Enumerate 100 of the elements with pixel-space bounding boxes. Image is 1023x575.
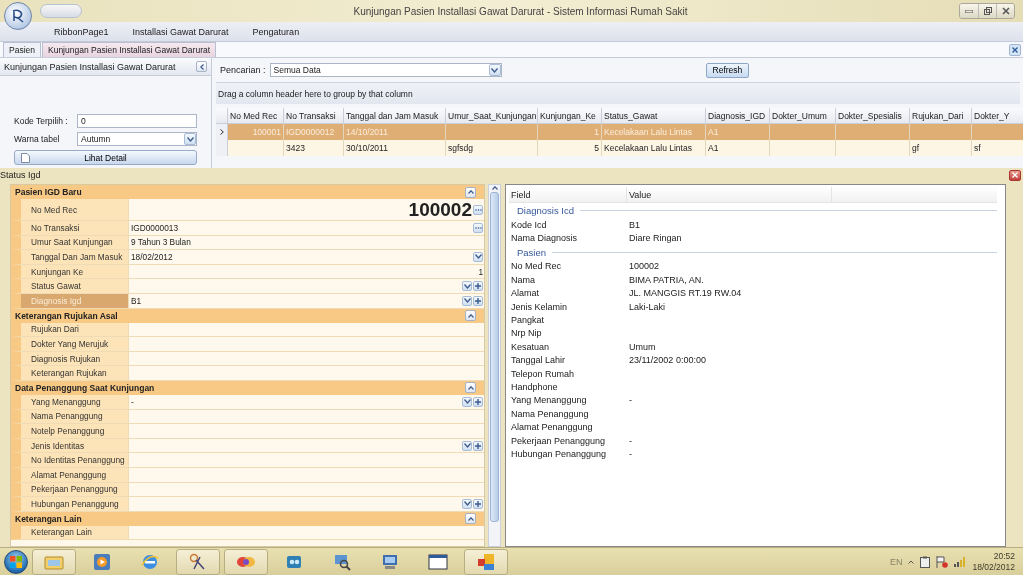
field-value: Umum (629, 341, 656, 352)
add-button[interactable] (473, 396, 483, 407)
refresh-button[interactable]: Refresh (705, 62, 750, 78)
document-tab[interactable]: Kunjungan Pasien Installasi Gawat Darurat (42, 42, 217, 57)
restore-button[interactable] (978, 4, 996, 18)
category-title: Pasien IGD Baru (15, 187, 82, 197)
category-title: Keterangan Lain (15, 513, 82, 524)
ribbon-tab[interactable]: Installasi Gawat Darurat (132, 26, 229, 37)
property-label[interactable]: Dokter Yang Merujuk (21, 337, 129, 351)
ribbon-tab[interactable]: RibbonPage1 (54, 26, 109, 37)
caret-icon (186, 136, 194, 142)
field-label: Kode Terpilih : (14, 116, 69, 126)
app-logo[interactable] (4, 2, 32, 30)
table-cell: 30/10/2011 (344, 140, 446, 156)
ellipsis-icon (474, 226, 482, 229)
add-button[interactable] (473, 498, 483, 509)
field-name: Tanggal Lahir (511, 355, 566, 366)
property-label[interactable]: No Transaksi (21, 221, 129, 235)
start-button[interactable] (4, 549, 28, 574)
property-label[interactable]: No Med Rec (21, 199, 129, 220)
panel-title: Kunjungan Pasien Installasi Gawat Darurat (4, 61, 176, 72)
caret-icon (463, 399, 471, 405)
scissors-icon (189, 552, 207, 571)
collapse-button[interactable] (465, 382, 476, 394)
dropdown-button[interactable] (462, 440, 472, 451)
close-button[interactable] (1009, 169, 1021, 181)
caret-icon (491, 67, 499, 73)
collapse-button[interactable] (196, 61, 207, 72)
scroll-thumb[interactable] (490, 192, 499, 522)
property-label[interactable]: Keterangan Rujukan (21, 366, 129, 380)
window-icon (428, 553, 448, 570)
play-icon (93, 552, 111, 571)
table-row[interactable]: 3423 30/10/2011 sgfsdg 5 Kecelakaan Lalu Lintas A1 gf sf (216, 140, 1020, 156)
field-name: Pekerjaan Penanggung (511, 435, 606, 446)
taskbar-button[interactable] (464, 548, 508, 575)
collapse-button[interactable] (465, 310, 476, 322)
column-header[interactable]: Dokter_Spesialis (836, 108, 910, 124)
close-tab-button[interactable] (1009, 44, 1021, 56)
add-button[interactable] (473, 281, 483, 292)
clock[interactable]: 20:52 18/02/2012 (972, 550, 1015, 573)
dropdown-button[interactable] (462, 295, 472, 306)
dropdown-button[interactable] (473, 252, 483, 262)
ribbon-tab[interactable]: Pengaturan (252, 26, 300, 37)
dropdown-button[interactable] (462, 396, 472, 407)
taskbar-button[interactable] (176, 548, 220, 575)
field-name: Nama Penanggung (511, 408, 589, 419)
dropdown-button[interactable] (462, 281, 472, 292)
document-tab[interactable]: Pasien (3, 42, 41, 57)
collapse-button[interactable] (465, 513, 476, 525)
computer-icon (381, 552, 399, 571)
column-header[interactable]: No Med Rec (228, 108, 284, 124)
caret-icon (463, 298, 471, 304)
close-button[interactable] (996, 4, 1014, 18)
column-header[interactable]: Tanggal dan Jam Masuk (344, 108, 446, 124)
column-header[interactable]: Umur_Saat_Kunjungan (446, 108, 538, 124)
column-header[interactable]: Rujukan_Dari (910, 108, 972, 124)
column-header: Field (509, 187, 627, 202)
dropdown-button[interactable] (462, 498, 472, 509)
column-header[interactable]: Dokter_Y (972, 108, 1023, 124)
category-title: Data Penanggung Saat Kunjungan (15, 382, 155, 393)
add-button[interactable] (473, 295, 483, 306)
input-field[interactable]: 0 (77, 114, 197, 128)
table-cell (770, 124, 836, 140)
column-header[interactable]: Kunjungan_Ke (538, 108, 602, 124)
column-header[interactable]: Dokter_Umum (770, 108, 836, 124)
field-name: Telepon Rumah (511, 368, 575, 379)
header-corner (216, 108, 228, 124)
flag-icon (936, 555, 949, 568)
search-dropdown[interactable]: Semua Data (269, 63, 502, 77)
property-label[interactable]: Tanggal Dan Jam Masuk (21, 250, 129, 264)
field-value: 23/11/2002 0:00:00 (629, 355, 706, 366)
color-dropdown[interactable]: Autumn (77, 132, 197, 146)
collapse-icon (467, 516, 474, 521)
group-hint: Drag a column header here to group by that column (218, 88, 413, 99)
table-cell: IGD0000012 (284, 124, 344, 140)
field-value: BIMA PATRIA, AN. (629, 274, 704, 285)
property-label[interactable]: Notelp Penanggung (21, 424, 129, 438)
show-hidden-icon (908, 559, 915, 564)
table-cell (228, 140, 284, 156)
collapse-icon (491, 186, 498, 190)
caret-icon (463, 501, 471, 507)
close-icon (1012, 172, 1018, 178)
column-header[interactable]: No Transaksi (284, 108, 344, 124)
property-label[interactable]: No Identitas Penanggung (21, 453, 129, 467)
detail-button[interactable]: Lihat Detail (14, 150, 197, 165)
signal-icon (954, 556, 967, 567)
property-label[interactable]: Hubungan Penanggung (21, 497, 129, 511)
collapse-button[interactable] (465, 186, 476, 198)
column-header[interactable]: Status_Gawat (602, 108, 706, 124)
property-label[interactable]: Status Gawat (21, 279, 129, 293)
add-button[interactable] (473, 440, 483, 451)
caret-icon (463, 283, 471, 289)
property-value: - (131, 396, 134, 407)
minimize-icon (965, 9, 973, 13)
field-name: Nrp Nip (511, 328, 542, 339)
taskbar-button[interactable] (224, 548, 268, 575)
property-value: 100002 (408, 198, 472, 220)
table-cell: Kecelakaan Lalu Lintas (602, 124, 706, 140)
column-header[interactable]: Diagnosis_IGD (706, 108, 770, 124)
document-icon (21, 153, 30, 163)
